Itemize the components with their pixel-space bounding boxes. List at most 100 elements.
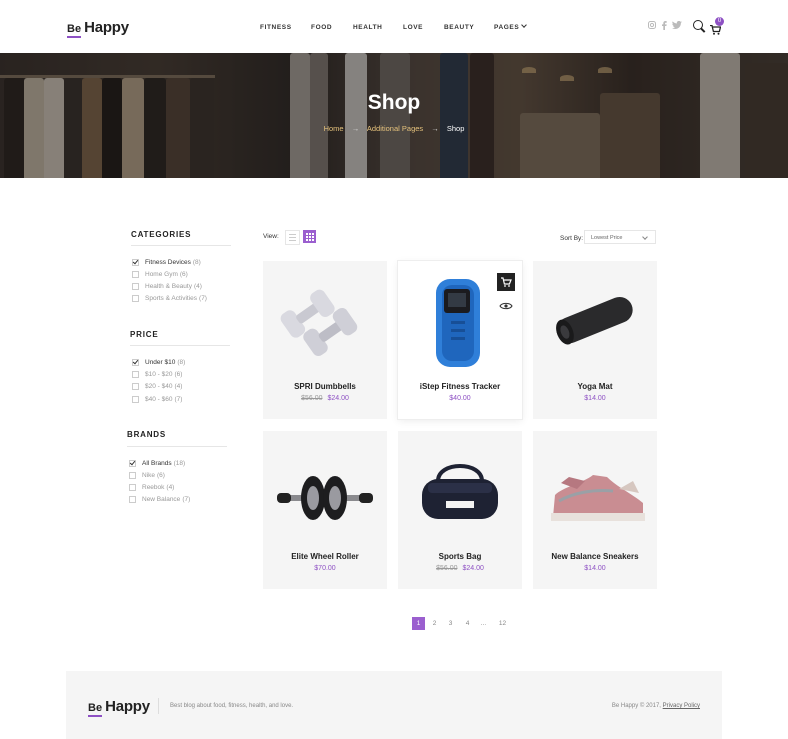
grid-view-icon	[312, 239, 314, 241]
site-footer: Be Happy Best blog about food, fitness, …	[66, 671, 722, 739]
checkbox[interactable]	[132, 359, 139, 366]
checkbox[interactable]	[132, 396, 139, 403]
quick-view-button[interactable]	[497, 297, 515, 315]
cart-count-badge: 0	[715, 17, 724, 26]
filter-count: (6)	[157, 472, 165, 479]
sort-select[interactable]: Lowest Price	[584, 230, 656, 244]
checkbox[interactable]	[129, 460, 136, 467]
product-price: $56.00 $24.00	[398, 565, 522, 572]
nav-love[interactable]: LOVE	[403, 24, 423, 31]
chevron-down-icon	[521, 22, 528, 28]
product-card[interactable]: iStep Fitness Tracker $40.00	[398, 261, 522, 419]
list-view-button[interactable]	[285, 230, 300, 245]
filter-category-sports-activities[interactable]: Sports & Activities (7)	[132, 295, 207, 302]
product-name[interactable]: SPRI Dumbbells	[263, 382, 387, 391]
breadcrumb-current: Shop	[446, 124, 465, 133]
grid-view-icon	[309, 239, 311, 241]
page-3[interactable]: 3	[444, 617, 457, 630]
filter-price-10-20[interactable]: $10 - $20 (6)	[132, 371, 182, 378]
page-4[interactable]: 4	[461, 617, 474, 630]
filter-count: (4)	[166, 484, 175, 491]
chevron-down-icon	[642, 234, 648, 240]
current-price: $14.00	[584, 565, 606, 572]
add-to-cart-button[interactable]	[497, 273, 515, 291]
grid-view-icon	[312, 233, 314, 235]
current-price: $14.00	[584, 395, 606, 402]
filter-category-home-gym[interactable]: Home Gym (6)	[132, 271, 188, 278]
grid-view-button[interactable]	[303, 230, 316, 243]
list-view-icon	[289, 234, 296, 235]
logo-happy: Happy	[84, 19, 129, 36]
product-card[interactable]: Yoga Mat $14.00	[533, 261, 657, 419]
privacy-policy-link[interactable]: Privacy Policy	[663, 703, 700, 709]
filter-count: (4)	[193, 283, 202, 290]
filter-count: (6)	[179, 271, 188, 278]
grid-view-icon	[312, 236, 314, 238]
product-name[interactable]: iStep Fitness Tracker	[398, 382, 522, 391]
filter-label: Fitness Devices	[145, 259, 191, 266]
breadcrumb-arrow: →	[431, 124, 439, 133]
twitter-icon[interactable]	[672, 20, 682, 32]
product-card[interactable]: SPRI Dumbbells $56.00 $24.00	[263, 261, 387, 419]
nav-health[interactable]: HEALTH	[353, 24, 382, 31]
filter-category-fitness-devices[interactable]: Fitness Devices (8)	[132, 259, 201, 266]
filter-brand-reebok[interactable]: Reebok (4)	[129, 484, 174, 491]
breadcrumb-additional-pages[interactable]: Additional Pages	[367, 124, 423, 133]
checkbox[interactable]	[132, 295, 139, 302]
product-name[interactable]: Elite Wheel Roller	[263, 552, 387, 561]
nav-fitness[interactable]: FITNESS	[260, 24, 292, 31]
facebook-icon[interactable]	[661, 21, 667, 33]
filter-label: Nike	[142, 472, 156, 479]
filter-label: Under $10	[145, 359, 176, 366]
filter-brand-nike[interactable]: Nike (6)	[129, 472, 165, 479]
site-header: Be Happy FITNESS FOOD HEALTH LOVE BEAUTY…	[0, 0, 788, 53]
filter-label: Home Gym	[145, 271, 178, 278]
search-icon[interactable]	[693, 20, 703, 30]
product-name[interactable]: Yoga Mat	[533, 382, 657, 391]
current-price: $70.00	[314, 565, 336, 572]
checkbox[interactable]	[132, 283, 139, 290]
sports-bag-image	[422, 464, 498, 519]
page-2[interactable]: 2	[428, 617, 441, 630]
nav-food[interactable]: FOOD	[311, 24, 332, 31]
product-card[interactable]: Elite Wheel Roller $70.00	[263, 431, 387, 589]
grid-view-icon	[309, 233, 311, 235]
grid-view-icon	[309, 236, 311, 238]
divider	[130, 345, 230, 346]
filter-price-40-60[interactable]: $40 - $60 (7)	[132, 396, 182, 403]
nav-beauty[interactable]: BEAUTY	[444, 24, 474, 31]
product-price: $70.00	[263, 565, 387, 572]
filter-label: $20 - $40	[145, 383, 173, 390]
checkbox[interactable]	[129, 472, 136, 479]
product-name[interactable]: New Balance Sneakers	[533, 552, 657, 561]
page-1[interactable]: 1	[412, 617, 425, 630]
filter-brand-new-balance[interactable]: New Balance (7)	[129, 496, 190, 503]
product-price: $40.00	[398, 395, 522, 402]
product-card[interactable]: Sports Bag $56.00 $24.00	[398, 431, 522, 589]
filter-count: (6)	[174, 371, 183, 378]
filter-count: (18)	[173, 460, 186, 467]
checkbox[interactable]	[132, 383, 139, 390]
filter-label: Health & Beauty	[145, 283, 192, 290]
product-card[interactable]: New Balance Sneakers $14.00	[533, 431, 657, 589]
list-view-icon	[289, 237, 296, 238]
checkbox[interactable]	[132, 371, 139, 378]
site-logo[interactable]: Be Happy	[67, 18, 129, 38]
checkbox[interactable]	[129, 484, 136, 491]
filter-category-health-beauty[interactable]: Health & Beauty (4)	[132, 283, 202, 290]
page-12[interactable]: 12	[496, 617, 509, 630]
filter-label: Sports & Activities	[145, 295, 198, 302]
filter-price-under-10[interactable]: Under $10 (8)	[132, 359, 185, 366]
checkbox[interactable]	[132, 271, 139, 278]
product-name[interactable]: Sports Bag	[398, 552, 522, 561]
product-price: $14.00	[533, 395, 657, 402]
instagram-icon[interactable]	[648, 21, 656, 32]
footer-logo[interactable]: Be Happy	[88, 698, 150, 717]
checkbox[interactable]	[132, 259, 139, 266]
filter-label: $40 - $60	[145, 396, 173, 403]
checkbox[interactable]	[129, 496, 136, 503]
filter-brand-all[interactable]: All Brands (18)	[129, 460, 185, 467]
nav-pages[interactable]: PAGES	[494, 22, 528, 31]
filter-price-20-40[interactable]: $20 - $40 (4)	[132, 383, 182, 390]
breadcrumb-home[interactable]: Home	[324, 124, 344, 133]
